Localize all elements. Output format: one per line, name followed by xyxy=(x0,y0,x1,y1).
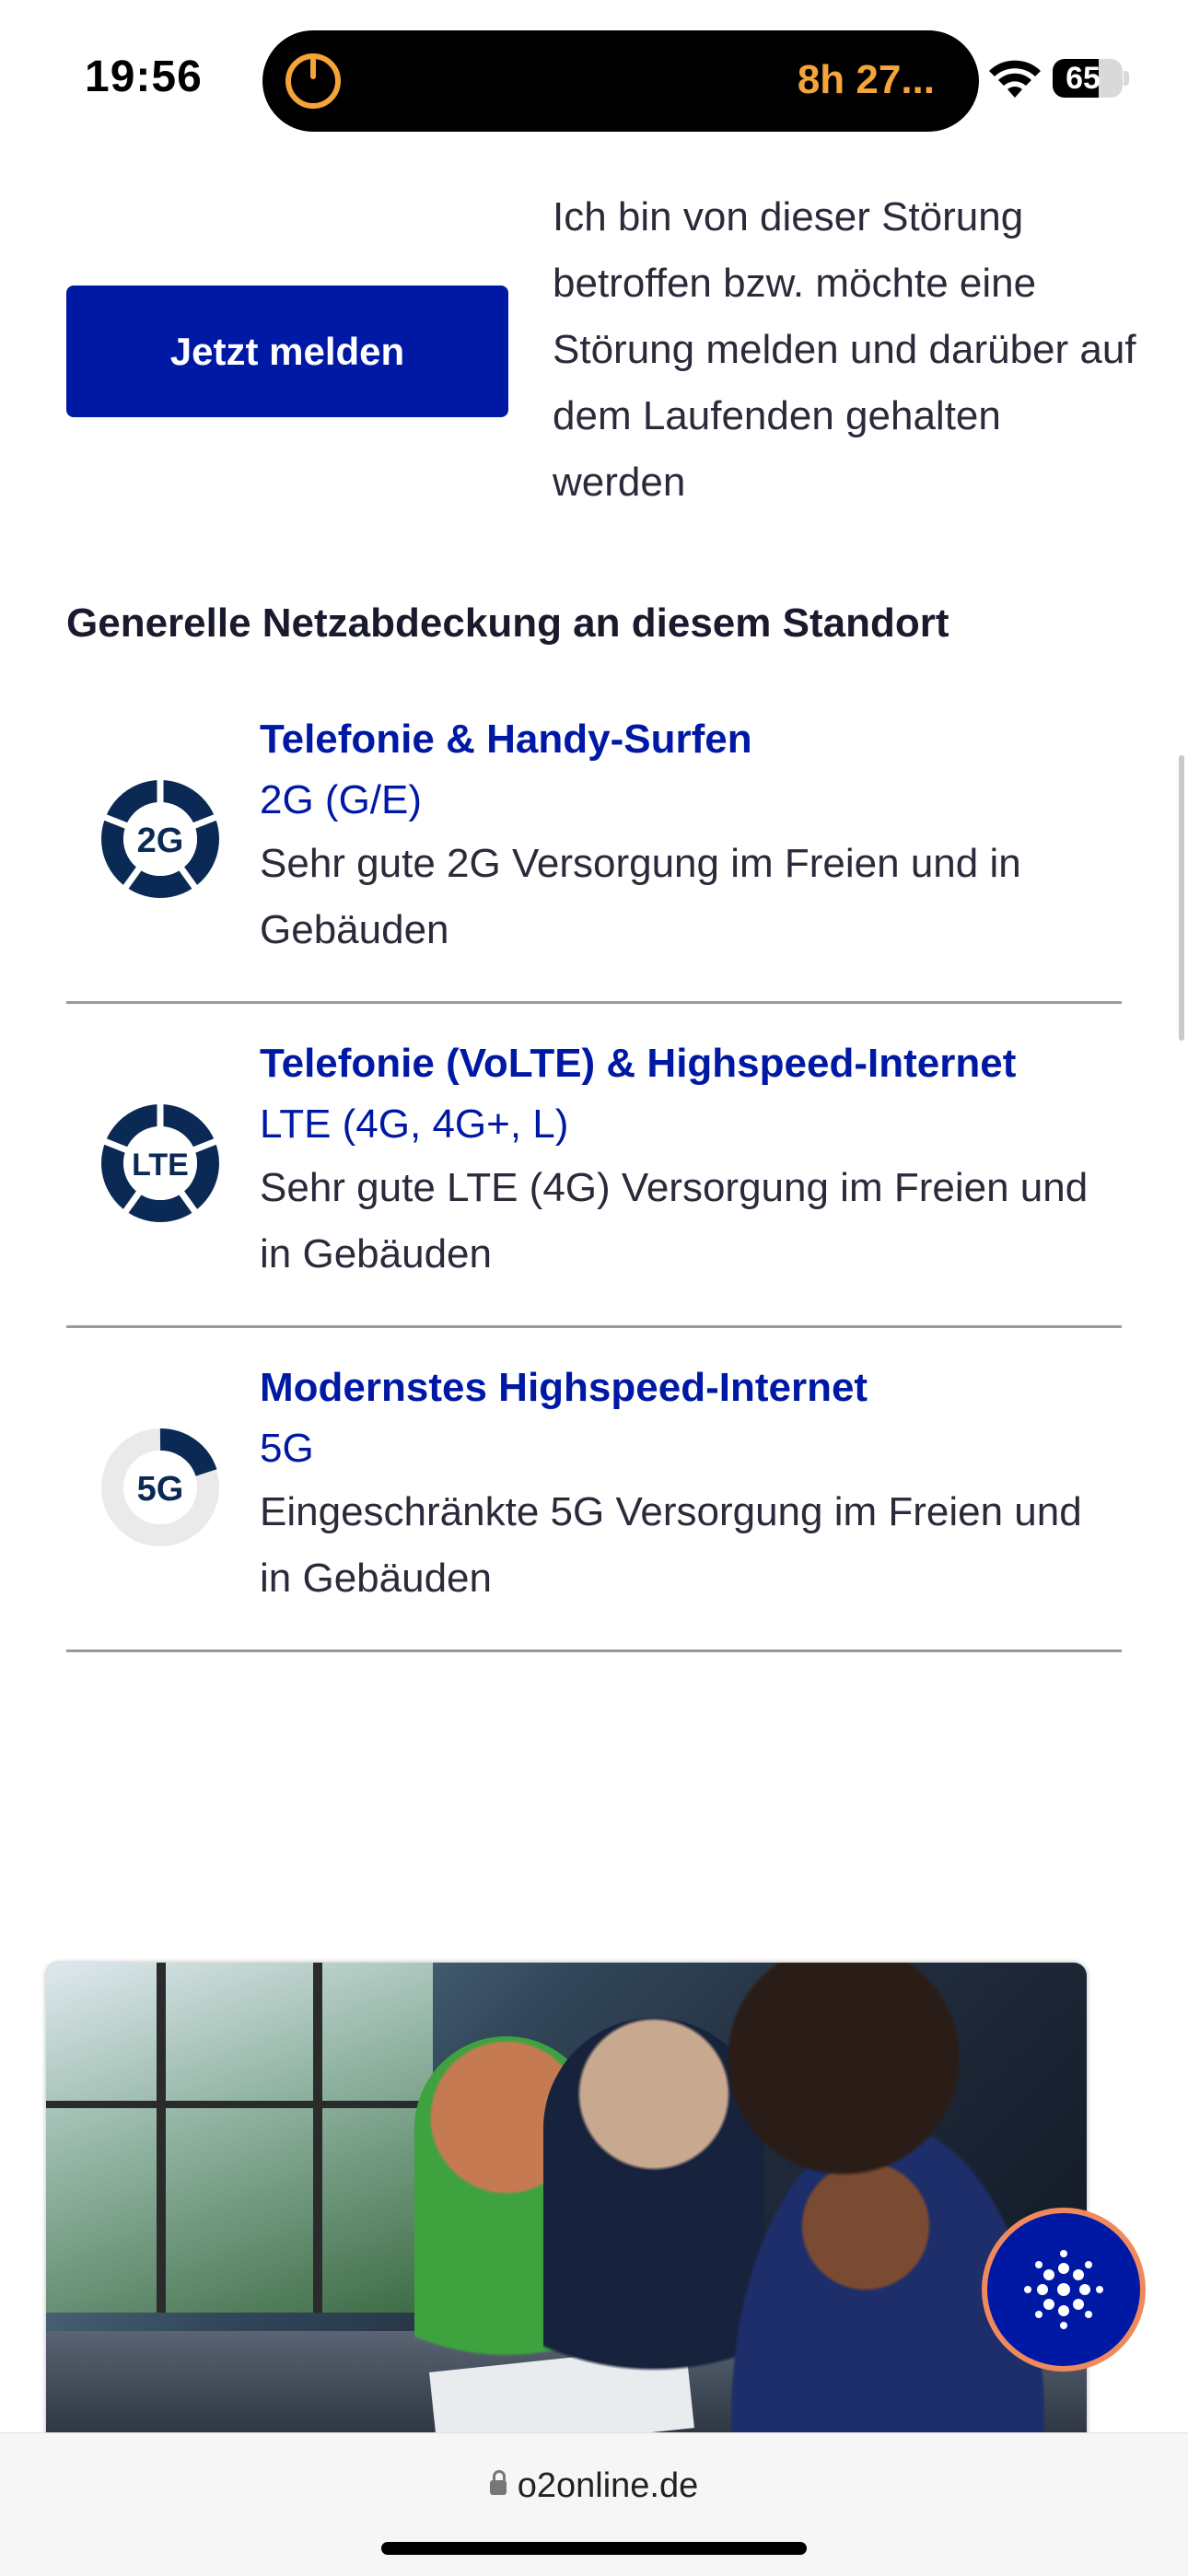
coverage-lte-title[interactable]: Telefonie (VoLTE) & Highspeed-Internet xyxy=(260,1033,1107,1094)
coverage-2g-description: Sehr gute 2G Versorgung im Freien und in… xyxy=(260,841,1021,952)
coverage-2g-icon-label: 2G xyxy=(137,822,184,860)
coverage-lte-icon-label: LTE xyxy=(132,1148,189,1183)
dynamic-island[interactable]: 8h 27... xyxy=(262,30,979,132)
report-description: Ich bin von dieser Störung betroffen bzw… xyxy=(553,194,1136,505)
coverage-5g-icon: 5G xyxy=(101,1428,219,1546)
coverage-5g-icon-label: 5G xyxy=(137,1470,184,1509)
battery-tip xyxy=(1124,71,1129,86)
coverage-lte-text: Telefonie (VoLTE) & Highspeed-Internet L… xyxy=(260,1033,1107,1288)
coverage-5g-title[interactable]: Modernstes Highspeed-Internet xyxy=(260,1358,1107,1418)
home-indicator[interactable] xyxy=(381,2542,807,2555)
battery-level: 65 xyxy=(1066,61,1101,96)
promo-image-card[interactable] xyxy=(46,1963,1087,2442)
url-display[interactable]: o2online.de xyxy=(0,2466,1188,2506)
coverage-2g-text: Telefonie & Handy-Surfen 2G (G/E) Sehr g… xyxy=(260,709,1107,963)
battery-icon: 65 xyxy=(1053,59,1123,98)
lock-icon xyxy=(489,2470,507,2495)
status-bar: 19:56 8h 27... 65 xyxy=(0,0,1188,157)
coverage-row-lte: LTE Telefonie (VoLTE) & Highspeed-Intern… xyxy=(66,1033,1122,1328)
page-scrollbar[interactable] xyxy=(1179,755,1184,1041)
chat-assistant-icon xyxy=(1024,2250,1103,2329)
wifi-icon xyxy=(989,60,1041,98)
coverage-2g-title[interactable]: Telefonie & Handy-Surfen xyxy=(260,709,1107,770)
coverage-lte-description: Sehr gute LTE (4G) Versorgung im Freien … xyxy=(260,1165,1089,1276)
clock: 19:56 xyxy=(85,52,203,101)
person-illustration xyxy=(645,1963,1087,2442)
live-activity-text: 8h 27... xyxy=(797,57,935,102)
coverage-5g-technology: 5G xyxy=(260,1426,314,1471)
coverage-lte-icon: LTE xyxy=(99,1102,221,1224)
coverage-2g-icon: 2G xyxy=(99,778,221,900)
coverage-row-5g: 5G Modernstes Highspeed-Internet 5G Eing… xyxy=(66,1358,1122,1652)
coverage-row-2g: 2G Telefonie & Handy-Surfen 2G (G/E) Seh… xyxy=(66,709,1122,1004)
coverage-heading: Generelle Netzabdeckung an diesem Stando… xyxy=(66,600,949,646)
coverage-5g-description: Eingeschränkte 5G Versorgung im Freien u… xyxy=(260,1489,1082,1601)
coverage-2g-technology: 2G (G/E) xyxy=(260,777,423,822)
coverage-5g-text: Modernstes Highspeed-Internet 5G Eingesc… xyxy=(260,1358,1107,1612)
chat-assistant-button[interactable] xyxy=(982,2208,1146,2372)
timer-icon xyxy=(285,53,341,109)
coverage-lte-technology: LTE (4G, 4G+, L) xyxy=(260,1102,569,1147)
url-text: o2online.de xyxy=(517,2466,699,2505)
window-illustration xyxy=(46,1963,433,2313)
report-now-button[interactable]: Jetzt melden xyxy=(66,286,508,417)
